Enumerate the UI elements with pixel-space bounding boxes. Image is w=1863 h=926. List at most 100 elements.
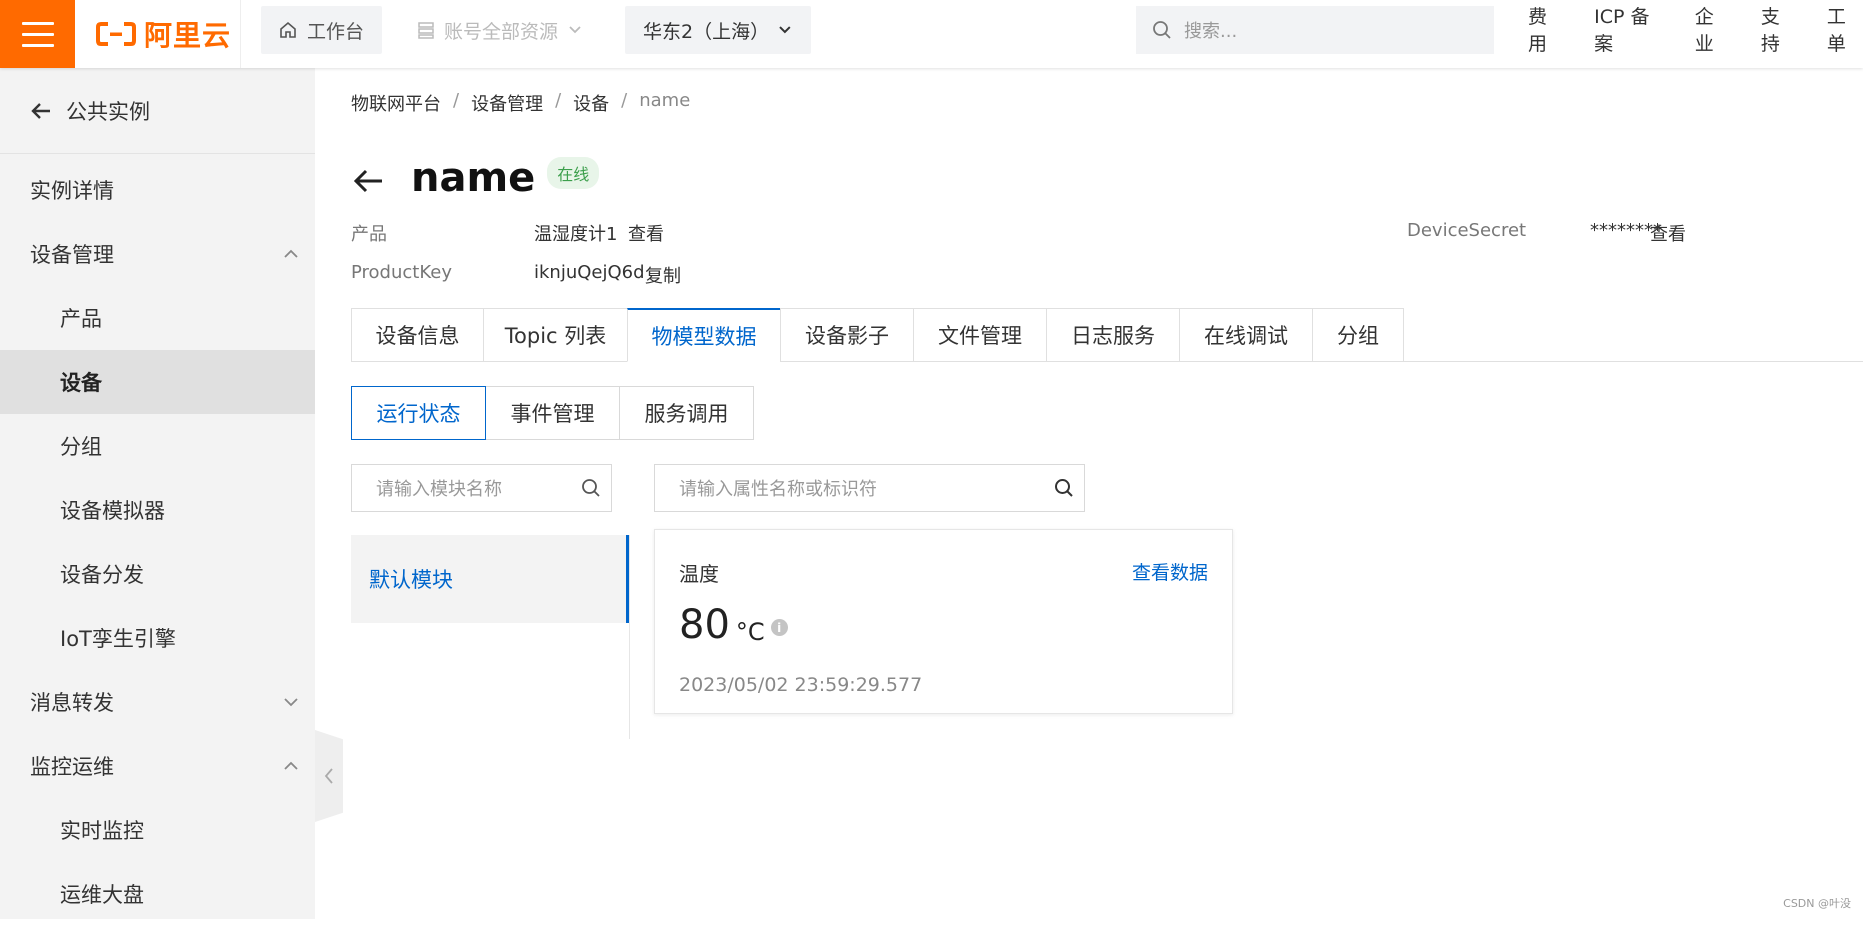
breadcrumb-separator: / [621,90,627,116]
tab-log-service[interactable]: 日志服务 [1046,308,1179,362]
sidebar-item-message-forwarding[interactable]: 消息转发 [0,670,315,734]
property-value-row: 80 °C i [679,602,788,648]
sidebar-item-label: 设备模拟器 [60,495,165,525]
region-label: 华东2（上海） [643,17,767,44]
top-link-icp[interactable]: ICP 备案 [1594,2,1665,56]
account-resources-label: 账号全部资源 [444,17,558,44]
arrow-left-icon [30,101,52,121]
hamburger-menu-button[interactable] [0,0,75,68]
search-icon [581,478,601,498]
brand-logo[interactable]: 阿里云 [96,16,231,52]
productkey-copy-link[interactable]: 复制 [645,262,681,288]
global-search-input[interactable]: 搜索... [1136,6,1494,54]
divider [629,535,630,739]
sidebar-item-groups[interactable]: 分组 [0,414,315,478]
sidebar-item-ops-dashboard[interactable]: 运维大盘 [0,862,315,926]
subtab-running-status[interactable]: 运行状态 [351,386,486,440]
status-badge: 在线 [547,157,599,189]
sidebar-item-label: 运维大盘 [60,879,144,909]
breadcrumb-item[interactable]: 设备 [573,90,609,116]
property-unit: °C [736,618,765,646]
resources-icon [418,21,434,39]
main-content: 物联网平台/ 设备管理/ 设备/ name name 在线 产品 温湿度计1 查… [351,68,1863,919]
sidebar-item-device-distribution[interactable]: 设备分发 [0,542,315,606]
breadcrumb-separator: / [555,90,561,116]
product-label: 产品 [351,220,387,246]
module-item-default[interactable]: 默认模块 [351,535,629,623]
sidebar-item-device-simulator[interactable]: 设备模拟器 [0,478,315,542]
sidebar-item-label: 消息转发 [30,687,114,717]
watermark: CSDN @叶没 [1783,895,1851,911]
sidebar-item-label: 监控运维 [30,751,114,781]
account-resources-dropdown[interactable]: 账号全部资源 [400,6,612,54]
product-view-link[interactable]: 查看 [628,220,664,246]
workbench-button[interactable]: 工作台 [261,6,382,54]
device-secret-view-link[interactable]: 查看 [1650,220,1686,246]
sidebar-item-products[interactable]: 产品 [0,286,315,350]
search-icon [1152,20,1172,40]
subtab-event-management[interactable]: 事件管理 [485,386,620,440]
tab-thing-model-data[interactable]: 物模型数据 [627,308,780,362]
chevron-up-icon [281,244,301,264]
sidebar-item-label: 实例详情 [30,175,114,205]
tab-file-management[interactable]: 文件管理 [913,308,1046,362]
back-arrow-icon[interactable] [351,161,385,195]
productkey-label: ProductKey [351,262,452,283]
productkey-value: iknjuQejQ6d [534,262,645,283]
sidebar-item-instance-detail[interactable]: 实例详情 [0,158,315,222]
property-search-input[interactable]: 请输入属性名称或标识符 [654,464,1085,512]
property-search-placeholder: 请输入属性名称或标识符 [679,475,877,501]
breadcrumb-item[interactable]: 设备管理 [471,90,543,116]
chevron-down-icon [777,22,793,38]
workbench-label: 工作台 [307,17,364,44]
divider [240,0,241,68]
region-selector[interactable]: 华东2（上海） [625,6,811,54]
property-name: 温度 [679,558,719,587]
sidebar-item-label: 实时监控 [60,815,144,845]
top-link-fees[interactable]: 费用 [1528,2,1564,56]
top-link-enterprise[interactable]: 企业 [1695,2,1731,56]
breadcrumb: 物联网平台/ 设备管理/ 设备/ name [351,90,690,116]
module-search-input[interactable]: 请输入模块名称 [351,464,612,512]
chevron-left-icon [323,766,335,786]
search-icon [1054,478,1074,498]
module-list: 默认模块 [351,535,629,739]
sidebar-item-realtime-monitoring[interactable]: 实时监控 [0,798,315,862]
top-link-tickets[interactable]: 工单 [1827,2,1863,56]
tab-topic-list[interactable]: Topic 列表 [483,308,627,362]
sidebar-item-iot-twin-engine[interactable]: IoT孪生引擎 [0,606,315,670]
top-bar: 阿里云 工作台 账号全部资源 华东2（上海） 搜索... 费用 ICP 备案 企… [0,0,1863,68]
property-card: 温度 查看数据 80 °C i 2023/05/02 23:59:29.577 [654,529,1233,714]
sidebar-collapse-handle[interactable] [315,730,343,822]
sidebar-back-label: 公共实例 [66,96,150,126]
tab-device-shadow[interactable]: 设备影子 [780,308,913,362]
info-icon[interactable]: i [771,619,788,636]
top-links: 费用 ICP 备案 企业 支持 工单 [1528,0,1863,58]
sidebar: 公共实例 实例详情 设备管理 产品 设备 分组 设备模拟器 设备分发 IoT孪生… [0,68,315,919]
search-placeholder: 搜索... [1184,17,1237,43]
property-value: 80 [679,602,730,648]
breadcrumb-item[interactable]: 物联网平台 [351,90,441,116]
tab-online-debug[interactable]: 在线调试 [1179,308,1312,362]
data-subtabs: 运行状态 事件管理 服务调用 [351,386,754,440]
home-icon [279,21,297,39]
view-data-link[interactable]: 查看数据 [1132,558,1208,585]
sidebar-item-device-management[interactable]: 设备管理 [0,222,315,286]
property-timestamp: 2023/05/02 23:59:29.577 [679,674,922,696]
chevron-down-icon [281,692,301,712]
sidebar-item-monitoring-ops[interactable]: 监控运维 [0,734,315,798]
subtab-service-call[interactable]: 服务调用 [619,386,754,440]
tab-device-info[interactable]: 设备信息 [351,308,483,362]
sidebar-item-label: 设备分发 [60,559,144,589]
chevron-down-icon [568,23,582,37]
device-tabs: 设备信息 Topic 列表 物模型数据 设备影子 文件管理 日志服务 在线调试 … [351,308,1863,362]
tab-groups[interactable]: 分组 [1312,308,1404,362]
sidebar-item-devices[interactable]: 设备 [0,350,315,414]
sidebar-item-label: 设备管理 [30,239,114,269]
sidebar-back-button[interactable]: 公共实例 [0,68,315,154]
top-link-support[interactable]: 支持 [1761,2,1797,56]
sidebar-item-label: IoT孪生引擎 [60,623,176,653]
product-value: 温湿度计1 [534,220,617,246]
breadcrumb-separator: / [453,90,459,116]
sidebar-item-label: 产品 [60,303,102,333]
